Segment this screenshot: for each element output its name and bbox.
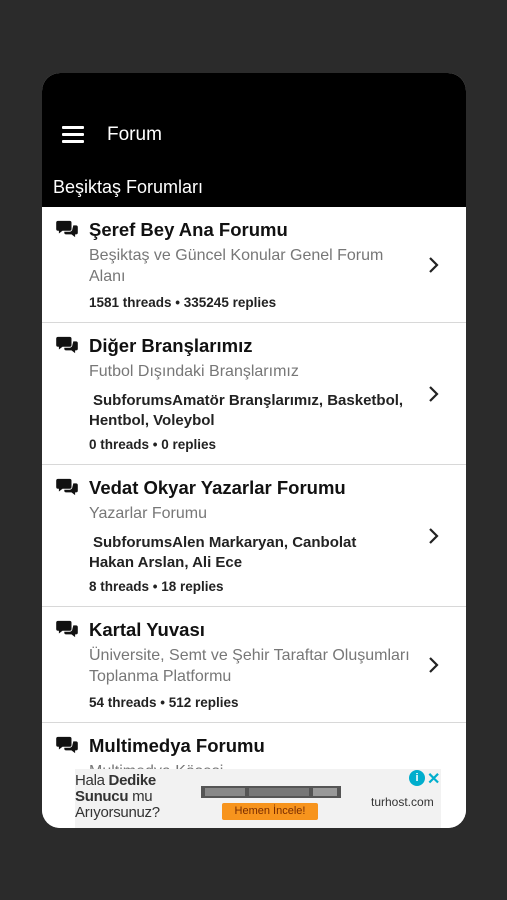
ad-info-icon[interactable]: i xyxy=(409,770,425,786)
chat-bubbles-icon xyxy=(56,336,78,354)
section-title: Beşiktaş Forumları xyxy=(53,177,204,197)
chat-bubbles-icon xyxy=(56,620,78,638)
forum-description: Beşiktaş ve Güncel Konular Genel Forum A… xyxy=(89,247,384,285)
forum-item-seref-bey[interactable]: Şeref Bey Ana Forumu Beşiktaş ve Güncel … xyxy=(42,207,466,323)
forum-title: Vedat Okyar Yazarlar Forumu xyxy=(89,477,346,498)
forum-subforums: SubforumsAlen Markaryan, Canbolat Hakan … xyxy=(89,533,389,573)
forum-item-kartal-yuvasi[interactable]: Kartal Yuvası Üniversite, Semt ve Şehir … xyxy=(42,607,466,723)
ad-text-line1a: Hala xyxy=(75,772,109,789)
server-image xyxy=(201,786,341,798)
ad-banner[interactable]: Hala Dedike Sunucu mu Arıyorsunuz? Hemen… xyxy=(75,769,441,828)
ad-text-line2b: mu xyxy=(128,788,153,805)
ad-close-icon[interactable]: ✕ xyxy=(427,769,440,789)
forum-stats: 0 threads • 0 replies xyxy=(89,437,217,452)
ad-brand: turhost.com xyxy=(371,795,434,809)
ad-text-line1b: Dedike xyxy=(108,772,157,789)
forum-description: Futbol Dışındaki Branşlarımız xyxy=(89,363,299,380)
forum-stats: 1581 threads • 335245 replies xyxy=(89,295,277,310)
forum-list: Şeref Bey Ana Forumu Beşiktaş ve Güncel … xyxy=(42,207,466,828)
ad-cta-button[interactable]: Hemen İncele! xyxy=(222,803,318,820)
forum-title: Kartal Yuvası xyxy=(89,619,205,640)
ad-text: Hala Dedike Sunucu mu Arıyorsunuz? xyxy=(75,773,160,821)
forum-item-diger-branslar[interactable]: Diğer Branşlarımız Futbol Dışındaki Bran… xyxy=(42,323,466,465)
chevron-right-icon xyxy=(429,257,439,273)
ad-text-line3: Arıyorsunuz? xyxy=(75,804,160,821)
forum-subforums: SubforumsAmatör Branşlarımız, Basketbol,… xyxy=(89,391,429,431)
forum-title: Şeref Bey Ana Forumu xyxy=(89,219,288,240)
chat-bubbles-icon xyxy=(56,736,78,754)
forum-description: Üniversite, Semt ve Şehir Taraftar Oluşu… xyxy=(89,647,410,685)
app-title: Forum xyxy=(107,124,162,145)
ad-text-line2a: Sunucu xyxy=(75,788,129,805)
forum-title: Diğer Branşlarımız xyxy=(89,335,253,356)
app-bar: Forum Beşiktaş Forumları xyxy=(42,73,466,207)
forum-description: Yazarlar Forumu xyxy=(89,505,207,522)
forum-stats: 54 threads • 512 replies xyxy=(89,695,239,710)
menu-icon[interactable] xyxy=(62,126,84,144)
subforums-label: Subforums xyxy=(93,534,173,551)
app-window: Forum Beşiktaş Forumları Şeref Bey Ana F… xyxy=(42,73,466,828)
chevron-right-icon xyxy=(429,386,439,402)
forum-item-vedat-okyar[interactable]: Vedat Okyar Yazarlar Forumu Yazarlar For… xyxy=(42,465,466,607)
chat-bubbles-icon xyxy=(56,478,78,496)
chevron-right-icon xyxy=(429,657,439,673)
chevron-right-icon xyxy=(429,528,439,544)
forum-stats: 8 threads • 18 replies xyxy=(89,579,224,594)
chat-bubbles-icon xyxy=(56,220,78,238)
forum-title: Multimedya Forumu xyxy=(89,735,265,756)
subforums-label: Subforums xyxy=(93,392,173,409)
